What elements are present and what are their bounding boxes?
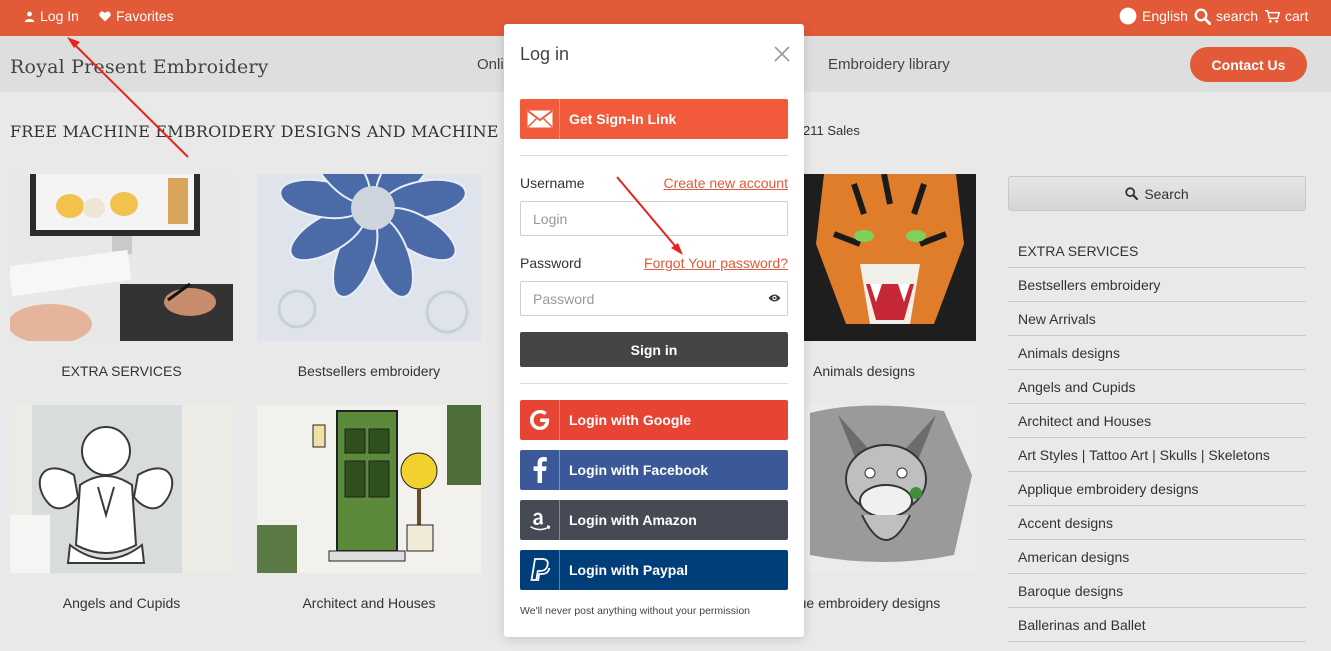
login-label: Log In [40,8,79,24]
search-icon [1125,187,1139,200]
close-icon[interactable] [772,44,792,64]
cart-link[interactable]: cart [1265,0,1308,32]
divider [520,155,788,156]
card-image-bestsellers[interactable] [257,174,481,341]
amazon-label: Login with Amazon [569,512,697,528]
login-paypal-button[interactable]: Login with Paypal [520,550,788,590]
paypal-label: Login with Paypal [569,562,689,578]
card-image-applique[interactable] [804,405,976,573]
favorites-label: Favorites [116,8,174,24]
sidebar-item-applique[interactable]: Applique embroidery designs [1008,472,1306,506]
sales-count: 211 Sales [803,123,860,138]
card-label-angels[interactable]: Angels and Cupids [10,595,233,611]
sidebar-item-accent[interactable]: Accent designs [1008,506,1306,540]
username-label: Username [520,175,585,191]
username-field[interactable]: Login [520,201,788,236]
favorites-link[interactable]: Favorites [99,0,174,32]
facebook-label: Login with Facebook [569,462,709,478]
card-image-angels[interactable] [10,405,233,573]
login-google-button[interactable]: Login with Google [520,400,788,440]
brand-logo-text[interactable]: Royal Present Embroidery [10,56,269,78]
sidebar-item-art-styles[interactable]: Art Styles | Tattoo Art | Skulls | Skele… [1008,438,1306,472]
paypal-icon [520,550,560,590]
create-account-link[interactable]: Create new account [663,175,788,191]
sidebar-item-architect[interactable]: Architect and Houses [1008,404,1306,438]
login-link[interactable]: Log In [24,0,79,32]
sidebar-item-extra-services[interactable]: EXTRA SERVICES [1008,234,1306,268]
card-image-architect[interactable] [257,405,481,573]
cart-icon [1265,9,1280,23]
amazon-icon [520,500,560,540]
login-modal: Log in Get Sign-In Link Username Create … [504,24,804,637]
nav-item-online[interactable]: Onli [477,56,504,73]
sidebar-item-new-arrivals[interactable]: New Arrivals [1008,302,1306,336]
language-label: English [1142,8,1188,24]
heart-icon [99,11,111,21]
language-selector[interactable]: English [1119,0,1188,32]
cart-label: cart [1285,8,1309,24]
card-image-animals[interactable] [804,174,976,341]
password-field[interactable]: Password [520,281,788,316]
globe-icon [1119,7,1137,25]
sidebar-item-american[interactable]: American designs [1008,540,1306,574]
contact-us-button[interactable]: Contact Us [1190,47,1307,82]
sign-in-link-label: Get Sign-In Link [569,111,677,127]
facebook-icon [520,450,560,490]
username-placeholder: Login [533,210,568,227]
search-icon [1194,8,1211,25]
card-image-extra-services[interactable] [10,174,233,341]
privacy-note: We'll never post anything without your p… [520,605,751,617]
login-amazon-button[interactable]: Login with Amazon [520,500,788,540]
sidebar-search-button[interactable]: Search [1008,176,1306,211]
user-icon [24,11,35,22]
category-list: EXTRA SERVICES Bestsellers embroidery Ne… [1008,234,1306,642]
google-label: Login with Google [569,412,692,428]
card-label-architect[interactable]: Architect and Houses [257,595,481,611]
get-sign-in-link-button[interactable]: Get Sign-In Link [520,99,788,139]
forgot-password-link[interactable]: Forgot Your password? [644,255,788,271]
search-label: search [1216,8,1259,24]
sidebar-item-baroque[interactable]: Baroque designs [1008,574,1306,608]
password-placeholder: Password [533,290,595,307]
login-facebook-button[interactable]: Login with Facebook [520,450,788,490]
google-icon [520,400,560,440]
sidebar-item-animals[interactable]: Animals designs [1008,336,1306,370]
eye-icon[interactable] [768,293,781,303]
modal-title: Log in [520,44,570,64]
sidebar-item-angels[interactable]: Angels and Cupids [1008,370,1306,404]
sign-in-button[interactable]: Sign in [520,332,788,367]
page-title: FREE MACHINE EMBROIDERY DESIGNS AND MACH… [10,122,533,141]
envelope-icon [520,99,560,139]
sidebar-item-bestsellers[interactable]: Bestsellers embroidery [1008,268,1306,302]
card-label-bestsellers[interactable]: Bestsellers embroidery [257,363,481,379]
search-link[interactable]: search [1194,0,1258,32]
card-label-extra-services[interactable]: EXTRA SERVICES [10,363,233,379]
search-button-label: Search [1144,185,1189,202]
sidebar-item-ballerinas[interactable]: Ballerinas and Ballet [1008,608,1306,642]
password-label: Password [520,255,582,271]
divider [520,383,788,384]
nav-item-embroidery-library[interactable]: Embroidery library [828,56,950,73]
